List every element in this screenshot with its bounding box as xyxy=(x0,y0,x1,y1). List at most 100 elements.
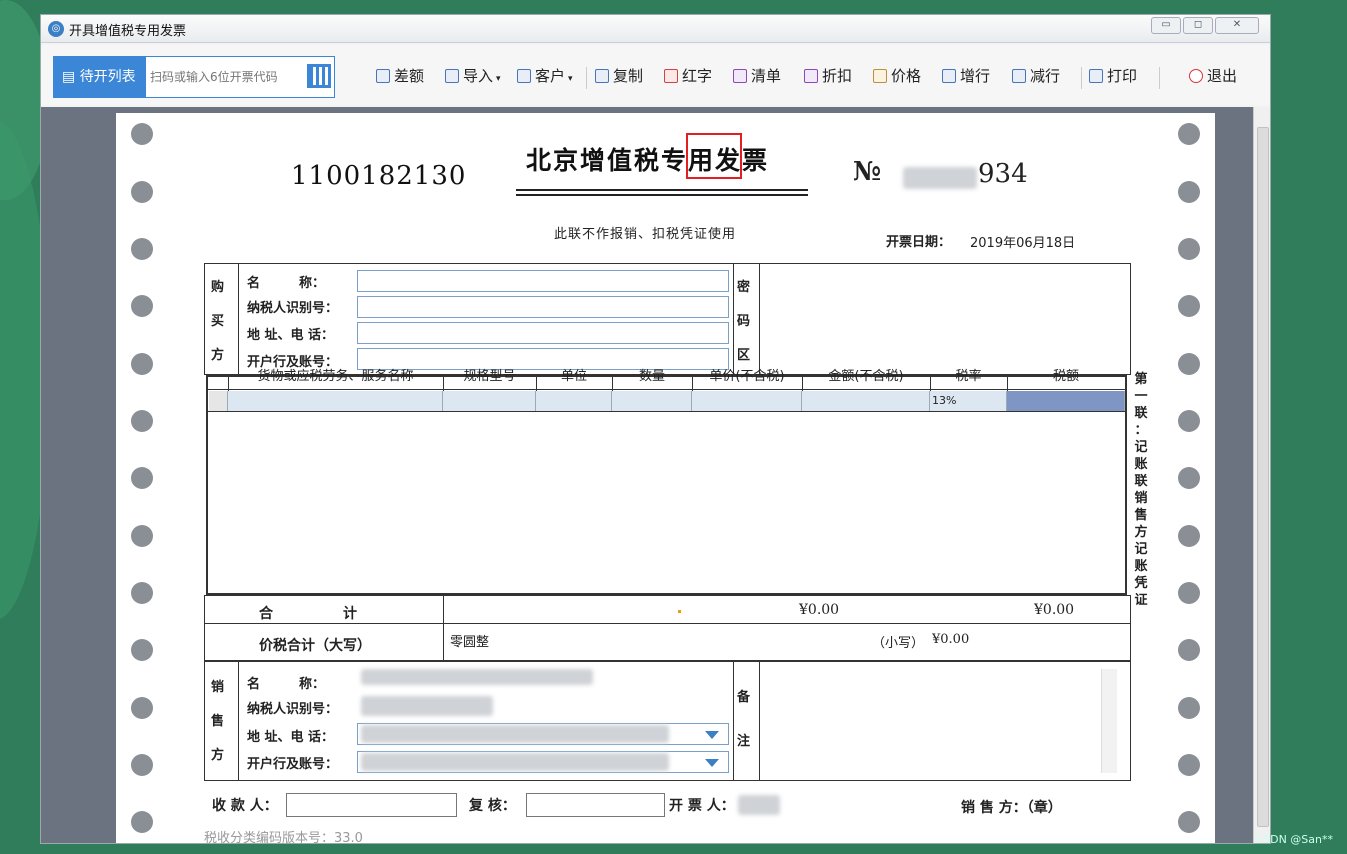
tax-rate-value: 13% xyxy=(932,394,957,407)
minimize-button[interactable]: ▭ xyxy=(1151,17,1181,34)
paper-hole xyxy=(1178,295,1200,317)
item-amount-cell[interactable] xyxy=(802,391,930,411)
divider xyxy=(238,263,239,375)
issuer-label: 开 票 人： xyxy=(669,798,735,814)
item-unit-cell[interactable] xyxy=(536,391,612,411)
copy-button[interactable]: 复制 xyxy=(595,65,643,87)
reviewer-input[interactable] xyxy=(526,793,665,817)
delete-row-button[interactable]: 减行 xyxy=(1012,65,1060,87)
title-underline xyxy=(516,194,808,196)
discount-button[interactable]: 折扣 xyxy=(804,65,852,87)
paper-hole xyxy=(131,295,153,317)
import-icon xyxy=(445,69,459,83)
seller-address-label: 地 址、电 话： xyxy=(247,730,335,745)
scan-code-input[interactable] xyxy=(150,67,302,87)
seller-bank-label: 开户行及账号： xyxy=(247,757,339,772)
remark-scrollbar[interactable] xyxy=(1101,669,1117,773)
pending-list-label: 待开列表 xyxy=(79,69,136,85)
paper-hole xyxy=(131,525,153,547)
maximize-button[interactable]: ◻ xyxy=(1183,17,1213,34)
grand-total-small-label: （小写） xyxy=(872,636,925,651)
difference-button[interactable]: 差额 xyxy=(376,65,424,87)
chevron-down-icon: ▾ xyxy=(496,74,501,84)
item-unit-price-cell[interactable] xyxy=(692,391,802,411)
copy-note: 第 一 联 ： 记 账 联 销 售 方 记 账 凭 证 xyxy=(1132,371,1150,609)
dropdown-arrow-icon[interactable] xyxy=(705,731,719,739)
price-icon xyxy=(873,69,887,83)
red-invoice-icon xyxy=(664,69,678,83)
issue-date-label: 开票日期： xyxy=(886,235,952,250)
redacted-seller-taxid xyxy=(361,696,493,716)
seller-name-label: 名 称： xyxy=(247,677,326,692)
add-row-label: 增行 xyxy=(960,67,991,85)
paper-hole xyxy=(1178,353,1200,375)
item-name-cell[interactable] xyxy=(228,391,443,411)
detail-list-icon xyxy=(733,69,747,83)
remark-label: 备 xyxy=(737,690,751,705)
divider xyxy=(206,389,1127,390)
window-title: 开具增值税专用发票 xyxy=(69,24,187,39)
item-tax-rate-cell[interactable]: 13% xyxy=(930,391,1007,411)
col-header-spec: 规格型号 xyxy=(463,369,516,384)
red-invoice-button[interactable]: 红字 xyxy=(664,65,712,87)
payee-input[interactable] xyxy=(286,793,457,817)
buyer-name-input[interactable] xyxy=(357,270,729,292)
total-tax: ¥0.00 xyxy=(1034,602,1075,618)
divider xyxy=(759,661,760,781)
dropdown-arrow-icon[interactable] xyxy=(705,759,719,767)
import-label: 导入 xyxy=(463,67,494,85)
item-quantity-cell[interactable] xyxy=(612,391,692,411)
customer-button[interactable]: 客户 ▾ xyxy=(517,65,573,87)
pending-list-button[interactable]: ▤ 待开列表 xyxy=(54,57,146,97)
vertical-scrollbar[interactable] xyxy=(1253,107,1270,843)
copy-note-char: 账 xyxy=(1134,559,1148,574)
paper-hole xyxy=(1178,639,1200,661)
watermark: CSDN @San** xyxy=(1255,833,1333,846)
toolbar-separator xyxy=(1081,67,1082,89)
close-button[interactable]: ✕ xyxy=(1215,17,1259,34)
divider xyxy=(733,661,734,781)
print-button[interactable]: 打印 xyxy=(1089,65,1137,87)
paper-hole xyxy=(131,238,153,260)
exit-button[interactable]: 退出 xyxy=(1189,65,1237,87)
buyer-side-label: 购 xyxy=(211,280,225,295)
difference-label: 差额 xyxy=(394,67,425,85)
delete-row-label: 减行 xyxy=(1030,67,1061,85)
copy-note-char: 凭 xyxy=(1134,576,1148,591)
paper-hole xyxy=(131,123,153,145)
copy-note-char: ： xyxy=(1134,423,1148,438)
title-underline xyxy=(516,189,808,191)
col-header-tax-rate: 税率 xyxy=(955,369,982,384)
buyer-taxid-input[interactable] xyxy=(357,296,729,318)
buyer-side-label: 方 xyxy=(211,348,225,363)
item-spec-cell[interactable] xyxy=(443,391,536,411)
col-header-quantity: 数量 xyxy=(638,369,665,384)
invoice-code: 1100182130 xyxy=(291,161,467,191)
scrollbar-thumb[interactable] xyxy=(1257,127,1269,827)
paper-hole xyxy=(1178,754,1200,776)
paper-hole xyxy=(1178,181,1200,203)
paper-hole xyxy=(131,582,153,604)
divider xyxy=(238,661,239,781)
issue-date: 2019年06月18日 xyxy=(970,236,1076,251)
list-button[interactable]: 清单 xyxy=(733,65,781,87)
invoice-window: ◎ 开具增值税专用发票 ▭ ◻ ✕ ▤ 待开列表 差额 导入▾ 客户▾ 复制 红… xyxy=(40,14,1271,844)
add-row-button[interactable]: 增行 xyxy=(942,65,990,87)
item-tax-cell[interactable] xyxy=(1007,391,1125,411)
col-header-unit-price: 单价(不含税) xyxy=(709,369,785,384)
customer-label: 客户 xyxy=(535,67,566,85)
cipher-label: 码 xyxy=(737,314,751,329)
delete-row-icon xyxy=(1012,69,1026,83)
buyer-address-input[interactable] xyxy=(357,322,729,344)
grand-total-words: 零圆整 xyxy=(450,635,490,650)
paper-hole xyxy=(1178,467,1200,489)
highlight-box xyxy=(686,133,742,179)
qr-code-icon[interactable] xyxy=(307,64,331,88)
print-label: 打印 xyxy=(1107,67,1138,85)
import-button[interactable]: 导入 ▾ xyxy=(445,65,501,87)
row-selector[interactable] xyxy=(209,391,228,411)
col-header-unit: 单位 xyxy=(560,369,587,384)
price-button[interactable]: 价格 xyxy=(873,65,921,87)
printer-icon xyxy=(1089,69,1103,83)
copy-note-char: 销 xyxy=(1134,491,1148,506)
